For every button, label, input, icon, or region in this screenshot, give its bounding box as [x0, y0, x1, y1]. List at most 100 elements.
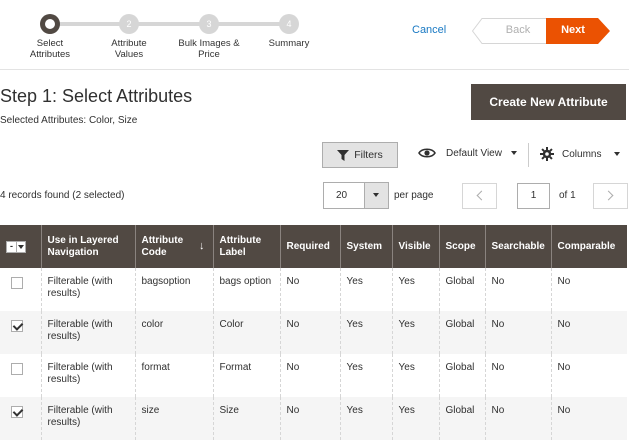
column-header-attribute-code[interactable]: Attribute Code ↓	[135, 225, 214, 268]
cell-code: color	[135, 311, 214, 354]
cell-scope: Global	[439, 268, 486, 311]
per-page-value: 20	[336, 190, 348, 201]
cell-layered: Filterable (with results)	[41, 397, 136, 440]
row-select-cell	[0, 354, 42, 397]
column-header-required[interactable]: Required	[280, 225, 341, 268]
step-indicator: 4	[279, 14, 299, 34]
column-header-searchable[interactable]: Searchable	[485, 225, 552, 268]
column-header-label: Attribute Code	[141, 234, 184, 258]
cell-label: Size	[213, 397, 281, 440]
row-checkbox[interactable]	[11, 320, 24, 332]
per-page-select[interactable]: 20	[323, 182, 389, 209]
step-label: Attribute Values	[111, 38, 147, 60]
current-page-input[interactable]: 1	[517, 183, 550, 209]
table-row[interactable]: Filterable (with results) color Color No Yes…	[0, 311, 627, 354]
mass-select-dropdown[interactable]: -	[6, 240, 26, 253]
cell-code: size	[135, 397, 214, 440]
chevron-down-icon	[614, 152, 621, 156]
table-row[interactable]: Filterable (with results) bagsoption bags …	[0, 268, 627, 311]
cell-layered: Filterable (with results)	[41, 268, 136, 311]
filters-label: Filters	[354, 149, 383, 161]
sort-descending-icon: ↓	[199, 240, 205, 252]
filter-funnel-icon	[337, 149, 350, 161]
cell-scope: Global	[439, 354, 486, 397]
step-bulk-images-price[interactable]: 3 Bulk Images & Price	[169, 14, 249, 60]
cell-required: No	[280, 311, 341, 354]
toolbar-divider	[528, 143, 529, 167]
step-current-indicator	[40, 14, 60, 34]
cell-label: Color	[213, 311, 281, 354]
row-checkbox[interactable]	[11, 406, 24, 418]
cell-system: Yes	[340, 354, 393, 397]
cell-required: No	[280, 268, 341, 311]
row-select-cell	[0, 311, 42, 354]
cell-searchable: No	[485, 311, 552, 354]
cell-visible: Yes	[392, 354, 440, 397]
cell-label: Format	[213, 354, 281, 397]
mass-select-header: -	[0, 225, 42, 268]
step-summary[interactable]: 4 Summary	[249, 14, 329, 49]
step-select-attributes[interactable]: Select Attributes	[10, 14, 90, 60]
cell-searchable: No	[485, 354, 552, 397]
step-label: Select Attributes	[29, 38, 71, 60]
cell-system: Yes	[340, 311, 393, 354]
step-attribute-values[interactable]: 2 Attribute Values	[89, 14, 169, 60]
cell-required: No	[280, 354, 341, 397]
cancel-button[interactable]: Cancel	[412, 24, 446, 36]
cell-comparable: No	[551, 268, 627, 311]
view-switcher-dropdown[interactable]: Default View	[418, 147, 517, 159]
next-button-label: Next	[561, 24, 585, 36]
step-label: Bulk Images & Price	[178, 38, 240, 60]
column-header-attribute-label[interactable]: Attribute Label	[213, 225, 281, 268]
row-select-cell	[0, 397, 42, 440]
column-header-scope[interactable]: Scope	[439, 225, 486, 268]
previous-page-button[interactable]	[462, 183, 497, 209]
cell-searchable: No	[485, 268, 552, 311]
cell-comparable: No	[551, 397, 627, 440]
step-label: Summary	[268, 38, 310, 49]
column-header-visible[interactable]: Visible	[392, 225, 440, 268]
step-indicator: 3	[199, 14, 219, 34]
cell-comparable: No	[551, 354, 627, 397]
table-row[interactable]: Filterable (with results) size Size No Yes Ye…	[0, 397, 627, 440]
selected-attributes-text: Selected Attributes: Color, Size	[0, 115, 138, 126]
chevron-left-icon	[476, 190, 487, 201]
column-header-comparable[interactable]: Comparable	[551, 225, 627, 268]
create-new-attribute-button[interactable]: Create New Attribute	[471, 84, 626, 120]
column-header-layered-navigation[interactable]: Use in Layered Navigation	[41, 225, 136, 268]
cell-searchable: No	[485, 397, 552, 440]
wizard-progress-bar: Select Attributes 2 Attribute Values 3 B…	[0, 0, 629, 70]
next-page-button[interactable]	[593, 183, 628, 209]
cell-scope: Global	[439, 311, 486, 354]
filters-button[interactable]: Filters	[322, 142, 398, 168]
table-row[interactable]: Filterable (with results) format Format No Y…	[0, 354, 627, 397]
cell-system: Yes	[340, 268, 393, 311]
row-select-cell	[0, 268, 42, 311]
cell-code: format	[135, 354, 214, 397]
chevron-right-icon	[603, 190, 614, 201]
cell-scope: Global	[439, 397, 486, 440]
next-button[interactable]: Next	[546, 18, 610, 44]
step-indicator: 2	[119, 14, 139, 34]
cell-layered: Filterable (with results)	[41, 311, 136, 354]
chevron-down-icon	[510, 151, 517, 155]
page-title: Step 1: Select Attributes	[0, 86, 193, 106]
per-page-label: per page	[394, 190, 434, 201]
columns-dropdown[interactable]: Columns	[540, 147, 621, 161]
per-page-dropdown-toggle[interactable]	[364, 183, 388, 208]
row-checkbox[interactable]	[11, 363, 24, 375]
view-label: Default View	[446, 147, 502, 159]
cell-label: bags option	[213, 268, 281, 311]
cell-required: No	[280, 397, 341, 440]
cell-visible: Yes	[392, 397, 440, 440]
row-checkbox[interactable]	[11, 277, 24, 289]
cell-comparable: No	[551, 311, 627, 354]
attributes-grid: - Use in Layered Navigation Attribute Co…	[0, 225, 627, 440]
mass-select-symbol: -	[10, 240, 13, 251]
column-header-system[interactable]: System	[340, 225, 393, 268]
cell-visible: Yes	[392, 311, 440, 354]
cell-visible: Yes	[392, 268, 440, 311]
total-pages-text: of 1	[559, 190, 576, 201]
cell-code: bagsoption	[135, 268, 214, 311]
columns-label: Columns	[562, 148, 602, 160]
